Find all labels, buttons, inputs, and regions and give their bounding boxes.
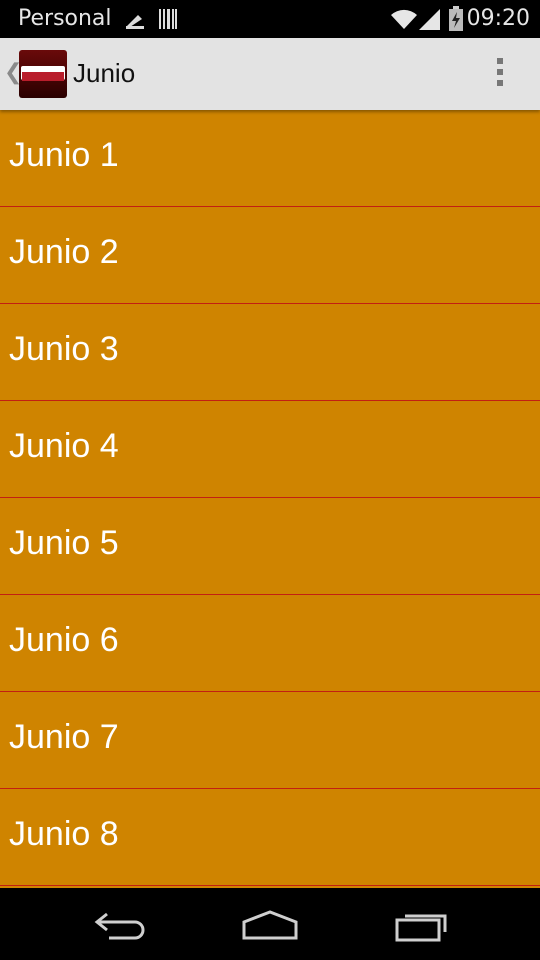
devocionales-cristianos-logo-icon[interactable]	[19, 50, 67, 98]
signal-icon	[419, 9, 440, 30]
list-item-label: Junio 7	[9, 718, 119, 756]
list-item-label: Junio 3	[9, 330, 119, 368]
month-day-list: Junio 1 Junio 2 Junio 3 Junio 4 Junio 5 …	[0, 110, 540, 888]
screenshot-notification-icon	[126, 15, 144, 29]
more-vert-icon[interactable]	[494, 58, 506, 92]
recents-icon[interactable]	[385, 902, 455, 946]
action-bar: ❮ Junio	[0, 38, 540, 110]
clock: 09:20	[466, 6, 530, 31]
list-item[interactable]: Junio 7	[0, 692, 540, 789]
navigation-bar	[0, 888, 540, 960]
list-item[interactable]: Junio 5	[0, 498, 540, 595]
list-item-label: Junio 1	[9, 136, 119, 174]
list-item-label: Junio 4	[9, 427, 119, 465]
list-item[interactable]: Junio 2	[0, 207, 540, 304]
list-item-label: Junio 2	[9, 233, 119, 271]
list-item[interactable]: Junio 4	[0, 401, 540, 498]
page-title: Junio	[73, 58, 136, 88]
list-item[interactable]: Junio 6	[0, 595, 540, 692]
status-bar: Personal 09:20	[0, 0, 540, 38]
list-item[interactable]: Junio 8	[0, 789, 540, 886]
carrier-label: Personal	[18, 6, 112, 31]
list-item[interactable]: Junio 1	[0, 110, 540, 207]
back-icon[interactable]	[85, 902, 155, 946]
list-item-label: Junio 5	[9, 524, 119, 562]
battery-charging-icon	[449, 6, 463, 31]
wifi-icon	[391, 9, 417, 29]
list-item[interactable]: Junio 3	[0, 304, 540, 401]
barcode-notification-icon	[159, 9, 177, 29]
list-item-label: Junio 8	[9, 815, 119, 853]
home-icon[interactable]	[235, 902, 305, 946]
list-item-label: Junio 6	[9, 621, 119, 659]
logo-band-decoration-2	[22, 72, 64, 81]
